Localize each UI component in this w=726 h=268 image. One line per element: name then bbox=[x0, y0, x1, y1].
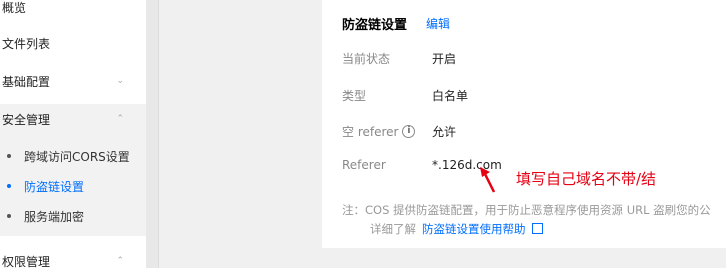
row-key: 当前状态 bbox=[342, 52, 391, 66]
annotation-text: 填写自己域名不带/结 bbox=[516, 170, 657, 188]
hotlink-settings-card: 防盗链设置 编辑 当前状态 开启 类型 白名单 空 referer i 允许 R… bbox=[322, 0, 726, 248]
sidebar-item-label: 概览 bbox=[2, 0, 27, 15]
note-prefix: 详细了解 bbox=[370, 222, 416, 236]
row-status: 当前状态 开启 bbox=[342, 50, 726, 70]
red-arrow-icon bbox=[480, 167, 496, 193]
sidebar-subitem-label: 服务端加密 bbox=[24, 209, 85, 224]
divider-line bbox=[158, 0, 159, 268]
sidebar: 概览 文件列表 基础配置 ⌄ 安全管理 ⌃ 跨域访问CORS设置 防盗链设置 服… bbox=[0, 0, 146, 268]
chevron-up-icon: ⌃ bbox=[116, 114, 124, 124]
sidebar-subitem-cors[interactable]: 跨域访问CORS设置 bbox=[0, 142, 146, 170]
app-root: 概览 文件列表 基础配置 ⌄ 安全管理 ⌃ 跨域访问CORS设置 防盗链设置 服… bbox=[0, 0, 726, 268]
sidebar-item-label: 文件列表 bbox=[2, 36, 51, 51]
bullet-icon bbox=[7, 214, 11, 218]
row-value: 开启 bbox=[432, 52, 457, 66]
external-link-icon[interactable] bbox=[531, 223, 543, 234]
chevron-down-icon: ⌄ bbox=[116, 76, 124, 86]
row-empty-referer: 空 referer i 允许 bbox=[342, 123, 726, 143]
row-key: Referer bbox=[342, 158, 386, 172]
note-line2: 详细了解 防盗链设置使用帮助 bbox=[370, 221, 543, 237]
row-key: 空 referer bbox=[342, 125, 399, 139]
info-icon[interactable]: i bbox=[402, 125, 416, 138]
sidebar-item-basic-config[interactable]: 基础配置 ⌄ bbox=[0, 66, 146, 96]
row-value: 白名单 bbox=[432, 89, 469, 103]
row-value: 允许 bbox=[432, 125, 457, 139]
row-key-wrap: 空 referer i bbox=[342, 123, 416, 140]
sidebar-subitem-hotlink[interactable]: 防盗链设置 bbox=[0, 172, 146, 200]
sidebar-item-file-list[interactable]: 文件列表 bbox=[0, 28, 146, 58]
chevron-up-icon: ⌃ bbox=[116, 256, 124, 266]
sidebar-item-label: 权限管理 bbox=[2, 254, 51, 268]
sidebar-subitem-label: 跨域访问CORS设置 bbox=[24, 149, 130, 164]
sidebar-divider[interactable] bbox=[146, 0, 158, 268]
sidebar-subitem-encryption[interactable]: 服务端加密 bbox=[0, 202, 146, 230]
sidebar-item-permissions[interactable]: 权限管理 ⌃ bbox=[0, 246, 146, 268]
sidebar-item-label: 基础配置 bbox=[2, 74, 51, 89]
bullet-icon bbox=[7, 154, 11, 158]
edit-button[interactable]: 编辑 bbox=[426, 15, 450, 32]
sidebar-subitem-label: 防盗链设置 bbox=[24, 179, 85, 194]
row-type: 类型 白名单 bbox=[342, 87, 726, 107]
row-key: 类型 bbox=[342, 89, 367, 103]
note-text: 注：COS 提供防盗链配置，用于防止恶意程序使用资源 URL 盗刷您的公 bbox=[342, 203, 711, 217]
sidebar-item-overview[interactable]: 概览 bbox=[0, 0, 146, 22]
card-title: 防盗链设置 bbox=[342, 18, 408, 33]
sidebar-item-label: 安全管理 bbox=[2, 112, 51, 127]
bullet-icon bbox=[7, 184, 11, 188]
help-link[interactable]: 防盗链设置使用帮助 bbox=[422, 222, 526, 236]
sidebar-item-security[interactable]: 安全管理 ⌃ bbox=[0, 104, 146, 134]
